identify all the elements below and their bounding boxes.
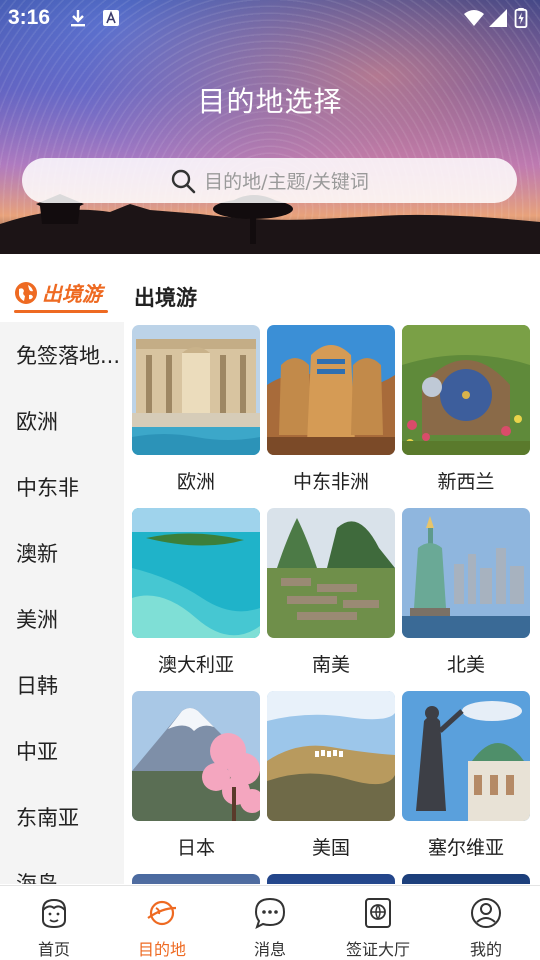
download-icon bbox=[71, 10, 85, 27]
profile-icon bbox=[471, 898, 501, 928]
search-placeholder: 目的地/主题/关键词 bbox=[204, 171, 369, 193]
nav-label: 我的 bbox=[469, 940, 502, 959]
card-label: 美国 bbox=[311, 837, 350, 859]
destination-card-japan[interactable]: 日本 bbox=[132, 691, 260, 860]
nav-profile[interactable]: 我的 bbox=[446, 896, 526, 960]
destination-card-new-zealand[interactable]: 新西兰 bbox=[402, 325, 530, 494]
destination-card-north-america[interactable]: 北美 bbox=[402, 508, 530, 677]
nav-home[interactable]: 首页 bbox=[14, 896, 94, 960]
statue-of-liberty-image bbox=[402, 508, 530, 638]
card-label: 欧洲 bbox=[176, 471, 215, 493]
card-label: 日本 bbox=[176, 837, 215, 859]
active-indicator bbox=[14, 310, 108, 313]
sidebar-item-middle-east-africa[interactable]: 中东非 bbox=[16, 472, 120, 502]
nav-label: 消息 bbox=[253, 940, 286, 959]
sidebar-item-japan-korea[interactable]: 日韩 bbox=[16, 670, 120, 700]
nav-label: 首页 bbox=[37, 940, 70, 959]
card-label: 塞尔维亚 bbox=[427, 837, 504, 859]
machu-picchu-image bbox=[267, 508, 395, 638]
card-label: 澳大利亚 bbox=[157, 654, 234, 676]
search-icon bbox=[171, 169, 196, 193]
destination-grid: 出境游 欧洲 中东非洲 新西兰 澳大利亚 南美 北美 日本 美国 塞尔维亚 bbox=[124, 254, 540, 884]
planet-icon bbox=[147, 900, 177, 926]
hollywood-hills-image bbox=[267, 691, 395, 821]
destination-card-row4-3[interactable] bbox=[402, 874, 530, 884]
home-face-icon bbox=[42, 898, 66, 929]
destination-card-usa[interactable]: 美国 bbox=[267, 691, 395, 860]
sidebar-item-southeast-asia[interactable]: 东南亚 bbox=[16, 802, 120, 832]
saint-sava-statue-image bbox=[402, 691, 530, 821]
category-sidebar: 出境游 免签落地... 欧洲 中东非 澳新 美洲 日韩 中亚 东南亚 海岛 bbox=[0, 254, 124, 884]
card-label: 南美 bbox=[311, 654, 350, 676]
destination-card-middle-east-africa[interactable]: 中东非洲 bbox=[267, 325, 395, 494]
section-title: 出境游 bbox=[134, 286, 197, 310]
wifi-icon bbox=[464, 10, 484, 26]
trevi-fountain-image bbox=[132, 325, 260, 455]
card-label: 北美 bbox=[446, 654, 485, 676]
battery-icon bbox=[514, 8, 528, 28]
sidebar-item-oceania[interactable]: 澳新 bbox=[16, 538, 120, 568]
destination-card-europe[interactable]: 欧洲 bbox=[132, 325, 260, 494]
sidebar-item-europe[interactable]: 欧洲 bbox=[16, 406, 120, 436]
sidebar-item-visa-free[interactable]: 免签落地... bbox=[16, 340, 120, 370]
destination-image bbox=[402, 874, 530, 884]
nav-visa-hall[interactable]: 签证大厅 bbox=[338, 896, 418, 960]
sidebar-item-americas[interactable]: 美洲 bbox=[16, 604, 120, 634]
sidebar-item-outbound[interactable]: 出境游 bbox=[0, 254, 124, 322]
destination-card-serbia[interactable]: 塞尔维亚 bbox=[402, 691, 530, 860]
destination-card-row4-1[interactable] bbox=[132, 874, 260, 884]
sidebar-item-islands[interactable]: 海岛 bbox=[16, 868, 120, 884]
nav-destination[interactable]: 目的地 bbox=[122, 896, 202, 960]
status-bar: 3:16 bbox=[0, 0, 540, 36]
header-banner: 3:16 目的地选择 目的地/主题/关键词 bbox=[0, 0, 540, 254]
signal-icon bbox=[489, 9, 507, 27]
globe-icon bbox=[15, 281, 37, 304]
destination-image bbox=[132, 874, 260, 884]
chat-bubble-icon bbox=[254, 897, 286, 929]
card-label: 新西兰 bbox=[437, 471, 495, 493]
island-reef-image bbox=[132, 508, 260, 638]
egyptian-statues-image bbox=[267, 325, 395, 455]
status-time: 3:16 bbox=[8, 6, 51, 29]
sidebar-item-central-asia[interactable]: 中亚 bbox=[16, 736, 120, 766]
passport-icon bbox=[365, 898, 391, 928]
card-label: 中东非洲 bbox=[292, 471, 369, 493]
nav-label: 目的地 bbox=[137, 940, 186, 959]
hobbit-door-image bbox=[402, 325, 530, 455]
page-title: 目的地选择 bbox=[197, 85, 343, 118]
nav-messages[interactable]: 消息 bbox=[230, 896, 310, 960]
destination-card-south-america[interactable]: 南美 bbox=[267, 508, 395, 677]
destination-image bbox=[267, 874, 395, 884]
destination-card-australia[interactable]: 澳大利亚 bbox=[132, 508, 260, 677]
nav-label: 签证大厅 bbox=[345, 940, 410, 959]
mount-fuji-image bbox=[132, 691, 260, 821]
bottom-navigation: 首页 目的地 消息 签证大厅 我的 bbox=[0, 885, 540, 960]
search-input[interactable]: 目的地/主题/关键词 bbox=[22, 158, 517, 203]
translate-icon bbox=[103, 10, 119, 26]
sidebar-active-label: 出境游 bbox=[42, 282, 102, 306]
destination-card-row4-2[interactable] bbox=[267, 874, 395, 884]
